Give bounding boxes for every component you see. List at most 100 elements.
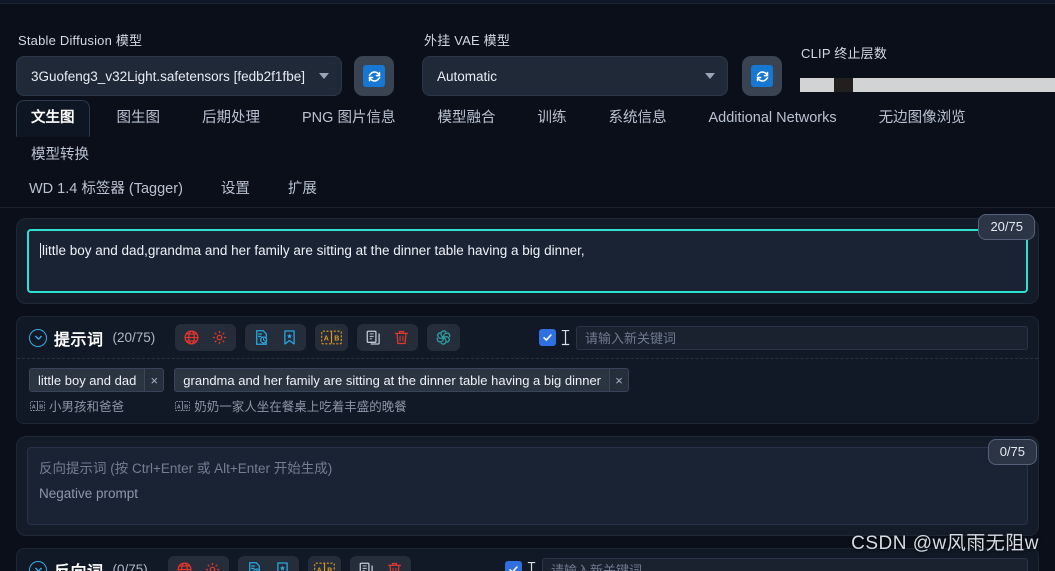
tab-extensions[interactable]: 扩展 — [275, 174, 330, 207]
text-cursor-icon — [525, 560, 538, 571]
globe-icon[interactable] — [173, 559, 196, 571]
svg-text:B: B — [185, 404, 189, 410]
positive-prompt-text: little boy and dad,grandma and her famil… — [42, 243, 585, 259]
positive-prompt-card: little boy and dad,grandma and her famil… — [16, 218, 1039, 305]
icon-group-edit — [357, 324, 419, 352]
clip-skip-slider-handle[interactable] — [834, 78, 854, 92]
tab-wd-tagger[interactable]: WD 1.4 标签器 (Tagger) — [16, 174, 196, 207]
negative-keyword-enable-checkbox[interactable] — [505, 561, 522, 571]
keyword-translation-text: 奶奶一家人坐在餐桌上吃着丰盛的晚餐 — [194, 400, 407, 415]
icon-group-network — [175, 324, 237, 352]
tab-system-info[interactable]: 系统信息 — [593, 100, 681, 137]
positive-keyword-tags: little boy and dad × A B 小男孩和爸爸 grandma … — [17, 359, 1038, 423]
svg-text:A: A — [32, 404, 36, 410]
tab-bar: 文生图 图生图 后期处理 PNG 图片信息 模型融合 训练 系统信息 Addit… — [0, 96, 1055, 209]
tab-train[interactable]: 训练 — [522, 100, 581, 137]
keyword-chip-label: grandma and her family are sitting at th… — [183, 372, 601, 388]
openai-spiral-icon[interactable] — [432, 327, 455, 348]
negative-prompt-placeholder-line1: 反向提示词 (按 Ctrl+Enter 或 Alt+Enter 开始生成) — [39, 461, 333, 477]
text-caret — [40, 243, 41, 259]
negative-prompt-card: 反向提示词 (按 Ctrl+Enter 或 Alt+Enter 开始生成) Ne… — [16, 436, 1039, 537]
clip-skip-slider[interactable] — [800, 78, 1055, 92]
svg-text:A: A — [177, 404, 181, 410]
keyword-tag-item: grandma and her family are sitting at th… — [174, 368, 629, 415]
globe-icon[interactable] — [180, 327, 203, 348]
icon-group-translate: A B — [315, 324, 349, 352]
vae-model-field: 外挂 VAE 模型 Automatic — [422, 30, 728, 96]
positive-token-counter: 20/75 — [978, 214, 1035, 241]
bookmark-star-icon[interactable] — [278, 327, 301, 348]
positive-new-keyword-row: 请输入新关键词 — [539, 325, 1028, 350]
text-cursor-icon — [559, 328, 572, 347]
refresh-icon — [751, 65, 773, 87]
keyword-chip[interactable]: little boy and dad × — [29, 368, 165, 393]
positive-keyword-count: (20/75) — [112, 330, 156, 346]
chevron-down-icon — [319, 73, 329, 79]
negative-new-keyword-input[interactable]: 请输入新关键词 — [542, 557, 1028, 571]
keyword-translation-text: 小男孩和爸爸 — [49, 400, 125, 415]
positive-keyword-toolbar: A B — [175, 324, 461, 352]
model-header-bar: Stable Diffusion 模型 3Guofeng3_v32Light.s… — [0, 4, 1055, 96]
keyword-chip-label: little boy and dad — [38, 372, 137, 388]
vae-model-label: 外挂 VAE 模型 — [424, 33, 511, 48]
sd-model-value: 3Guofeng3_v32Light.safetensors [fedb2f1f… — [31, 68, 305, 84]
clip-skip-field: CLIP 终止层数 — [800, 43, 1055, 96]
tab-infinite-image-browsing[interactable]: 无边图像浏览 — [864, 100, 981, 137]
icon-group-network — [167, 556, 229, 571]
translate-ab-icon[interactable]: A B — [320, 327, 343, 348]
clip-skip-label: CLIP 终止层数 — [801, 46, 888, 61]
negative-keyword-toolbar: A B — [167, 556, 411, 571]
gear-icon[interactable] — [201, 559, 224, 571]
copy-icon[interactable] — [362, 327, 385, 348]
icon-group-history — [237, 556, 299, 571]
negative-keyword-count: (0/75) — [112, 562, 148, 571]
translate-ab-icon: A B — [30, 400, 45, 412]
trash-icon[interactable] — [390, 327, 413, 348]
keyword-chip[interactable]: grandma and her family are sitting at th… — [174, 368, 629, 393]
tab-checkpoint-merger[interactable]: 模型融合 — [422, 100, 510, 137]
tab-txt2img[interactable]: 文生图 — [16, 100, 90, 138]
refresh-sd-model-button[interactable] — [354, 56, 394, 96]
close-icon[interactable]: × — [144, 369, 164, 392]
positive-new-keyword-input[interactable]: 请输入新关键词 — [576, 325, 1028, 350]
refresh-vae-model-button[interactable] — [742, 56, 782, 96]
keyword-translation-row: A B 小男孩和爸爸 — [29, 396, 164, 415]
negative-prompt-textarea[interactable]: 反向提示词 (按 Ctrl+Enter 或 Alt+Enter 开始生成) Ne… — [27, 447, 1028, 526]
sd-model-field: Stable Diffusion 模型 3Guofeng3_v32Light.s… — [16, 30, 342, 96]
positive-keyword-enable-checkbox[interactable] — [539, 329, 556, 347]
positive-prompt-textarea[interactable]: little boy and dad,grandma and her famil… — [27, 229, 1028, 294]
document-clock-icon[interactable] — [250, 327, 273, 348]
translate-ab-icon[interactable]: A B — [313, 559, 336, 571]
chevron-down-circle-icon[interactable] — [29, 560, 47, 571]
vae-model-value: Automatic — [437, 68, 498, 84]
document-clock-icon[interactable] — [243, 559, 266, 571]
trash-icon[interactable] — [383, 559, 406, 571]
icon-group-edit — [349, 556, 411, 571]
chevron-down-icon — [705, 73, 715, 79]
icon-group-translate: A B — [307, 556, 341, 571]
tab-settings[interactable]: 设置 — [208, 174, 263, 207]
svg-text:B: B — [335, 336, 340, 343]
tab-png-info[interactable]: PNG 图片信息 — [287, 100, 410, 137]
close-icon[interactable]: × — [609, 369, 628, 392]
negative-token-counter: 0/75 — [987, 439, 1037, 466]
sd-model-dropdown[interactable]: 3Guofeng3_v32Light.safetensors [fedb2f1f… — [16, 56, 342, 96]
tab-img2img[interactable]: 图生图 — [102, 100, 176, 137]
tab-row-secondary: WD 1.4 标签器 (Tagger) 设置 扩展 — [0, 174, 1055, 207]
vae-model-dropdown[interactable]: Automatic — [422, 56, 728, 96]
chevron-down-circle-icon[interactable] — [29, 328, 47, 347]
keyword-translation-row: A B 奶奶一家人坐在餐桌上吃着丰盛的晚餐 — [174, 396, 629, 415]
keyword-tag-item: little boy and dad × A B 小男孩和爸爸 — [29, 368, 165, 415]
gear-icon[interactable] — [208, 327, 231, 348]
svg-text:A: A — [324, 336, 329, 343]
negative-prompt-placeholder-line2: Negative prompt — [39, 485, 139, 501]
tab-additional-networks[interactable]: Additional Networks — [693, 100, 851, 137]
copy-icon[interactable] — [355, 559, 378, 571]
tab-model-converter[interactable]: 模型转换 — [16, 137, 104, 174]
negative-new-keyword-row: 请输入新关键词 — [505, 557, 1028, 571]
positive-keyword-header: 提示词 (20/75) A B 请输入新关键词 — [17, 317, 1038, 360]
tab-extras[interactable]: 后期处理 — [187, 100, 275, 137]
positive-keyword-section: 提示词 (20/75) A B 请输入新关键词 little boy and d… — [16, 316, 1039, 425]
bookmark-star-icon[interactable] — [271, 559, 294, 571]
negative-keyword-header: 反向词 (0/75) — [17, 549, 1038, 571]
